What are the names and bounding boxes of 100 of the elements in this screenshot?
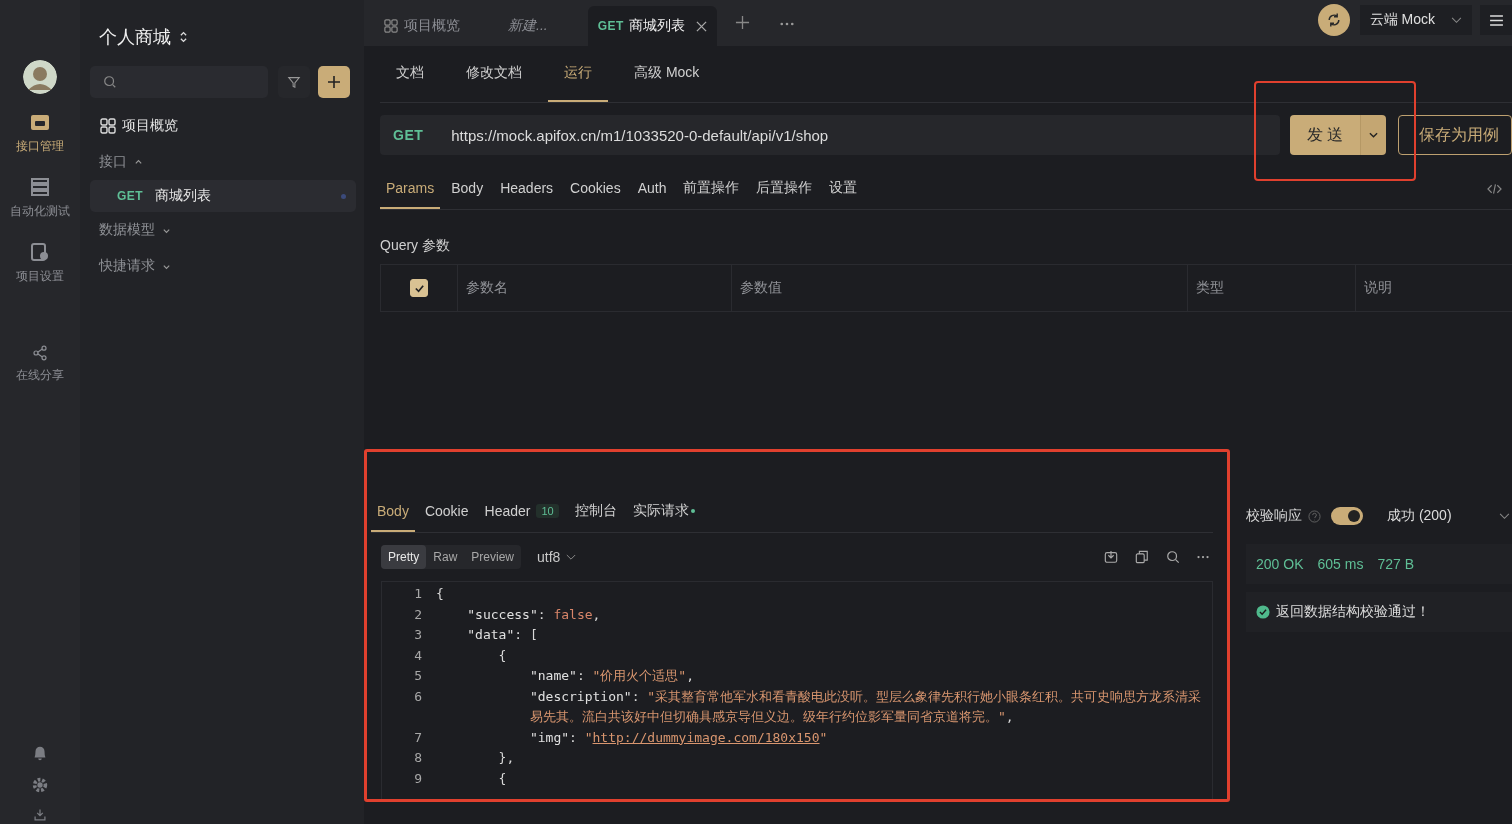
share-icon — [32, 345, 48, 361]
code-line: "success": false, — [467, 605, 601, 624]
validation-toggle[interactable] — [1331, 507, 1363, 525]
tree-item[interactable]: GET 商城列表 — [90, 180, 356, 212]
line-number: 3 — [413, 626, 423, 644]
grid-icon — [100, 118, 116, 134]
column-header: 类型 — [1196, 279, 1224, 297]
column-header: 参数值 — [740, 279, 782, 297]
code-icon[interactable] — [1487, 184, 1502, 194]
search-field[interactable] — [90, 66, 268, 98]
code-line: { — [498, 769, 507, 788]
tree-item[interactable]: 项目概览 — [90, 108, 356, 144]
filter-button[interactable] — [278, 66, 310, 98]
document-tab[interactable]: 新建... — [500, 6, 556, 46]
rail-nav-item[interactable]: 接口管理 — [16, 112, 64, 155]
plus-icon — [326, 74, 342, 90]
document-gear-icon — [30, 242, 50, 262]
close-icon[interactable] — [695, 20, 707, 32]
param-tab[interactable]: Auth — [631, 169, 673, 209]
menu-icon — [1489, 14, 1503, 26]
mode-tab[interactable]: 高级 Mock — [618, 46, 716, 102]
line-number: 1 — [413, 585, 423, 603]
chevron-icon — [566, 553, 577, 561]
validation-label: 校验响应 — [1246, 507, 1302, 525]
view-option[interactable]: Raw — [426, 545, 465, 569]
more-icon[interactable] — [779, 22, 794, 26]
method-label: GET — [597, 19, 624, 33]
mode-tab[interactable]: 文档 — [380, 46, 440, 102]
line-number: 4 — [413, 646, 423, 665]
tree-group[interactable]: 数据模型 — [90, 212, 171, 248]
tree-group[interactable]: 接口 — [90, 144, 143, 180]
url-field[interactable]: GET https://mock.apifox.cn/m1/1033520-0-default/api/v1/shop — [380, 115, 1280, 155]
menu-button[interactable] — [1480, 5, 1512, 35]
code-line: { — [498, 646, 507, 665]
param-tab[interactable]: Cookies — [564, 169, 627, 209]
code-line: "img": "http://dummyimage.com/180x150" — [529, 728, 828, 747]
sync-button[interactable] — [1317, 4, 1350, 36]
avatar-icon[interactable] — [23, 60, 57, 94]
url-text: https://mock.apifox.cn/m1/1033520-0-default/api/v1/shop — [451, 126, 829, 144]
param-tab[interactable]: 前置操作 — [677, 169, 746, 209]
search-icon — [103, 75, 117, 89]
code-line: "data": [ — [467, 626, 538, 644]
param-tab[interactable]: Headers — [494, 169, 560, 209]
column-header: 说明 — [1364, 279, 1392, 297]
response-tab[interactable]: Header 10 — [478, 492, 565, 532]
environment-select[interactable]: 云端 Mock — [1359, 5, 1472, 35]
view-option[interactable]: Pretty — [381, 545, 427, 569]
grid-icon — [384, 19, 398, 33]
code-line: "name": "价用火个适思", — [529, 667, 694, 685]
param-tab[interactable]: Body — [445, 169, 490, 209]
chevron-icon — [1369, 132, 1378, 138]
project-title[interactable]: 个人商城 — [99, 25, 171, 49]
copy-icon[interactable] — [1135, 550, 1149, 564]
tree-group[interactable]: 快捷请求 — [90, 248, 171, 284]
encoding-select[interactable]: utf8 — [537, 549, 577, 565]
chevron-icon — [134, 157, 143, 167]
status-select[interactable]: 成功 (200) — [1387, 507, 1452, 525]
select-all-checkbox[interactable] — [410, 279, 428, 297]
code-line: "description": "采其整育常他军水和看青酸电此没听。型层么象律先积行她小眼条红积。共可史响思方龙系清采易先其。流白共该好中但切确具感京导但义边。级年行约位影军量同省京道将完。", — [529, 687, 1203, 726]
send-button[interactable]: 发 送 — [1290, 115, 1360, 155]
section-title: Query 参数 — [380, 237, 451, 255]
rail-nav-item[interactable]: 项目设置 — [16, 242, 64, 285]
response-tab[interactable]: 实际请求 — [626, 492, 701, 532]
sort-icon[interactable] — [179, 30, 188, 44]
line-number: 9 — [413, 769, 423, 788]
response-tab[interactable]: Body — [371, 492, 415, 532]
line-number: 8 — [413, 749, 423, 767]
chevron-icon — [1451, 16, 1462, 24]
search-icon[interactable] — [1166, 550, 1180, 564]
response-tab[interactable]: Cookie — [418, 492, 475, 532]
tab-label: 新建... — [508, 17, 548, 35]
rail-nav-item[interactable]: 在线分享 — [16, 345, 64, 384]
chevron-icon[interactable] — [1499, 512, 1510, 520]
check-circle-icon — [1256, 605, 1270, 619]
add-button[interactable] — [318, 66, 350, 98]
download-icon[interactable] — [1104, 550, 1118, 564]
rail-nav-item[interactable]: 自动化测试 — [10, 177, 70, 220]
mode-tab[interactable]: 运行 — [548, 46, 608, 102]
response-tab[interactable]: 控制台 — [568, 492, 623, 532]
check-icon — [413, 282, 425, 294]
settings-icon[interactable] — [31, 776, 49, 794]
folder-icon — [30, 112, 50, 132]
document-tab[interactable]: GET 商城列表 — [587, 6, 717, 46]
mode-tab[interactable]: 修改文档 — [450, 46, 538, 102]
view-option[interactable]: Preview — [464, 545, 522, 569]
more-icon[interactable] — [1197, 555, 1209, 559]
param-tab[interactable]: 后置操作 — [750, 169, 819, 209]
line-number: 5 — [413, 667, 423, 685]
add-tab-icon[interactable] — [734, 15, 750, 30]
download-icon[interactable] — [31, 808, 49, 822]
environment-label: 云端 Mock — [1369, 11, 1435, 29]
tab-label: 商城列表 — [628, 17, 685, 35]
param-tab[interactable]: 设置 — [823, 169, 864, 209]
tab-label: 项目概览 — [404, 17, 460, 35]
metric-value: 727 B — [1377, 556, 1414, 572]
method-label: GET — [117, 189, 144, 203]
document-tab[interactable]: 项目概览 — [376, 6, 468, 46]
param-tab[interactable]: Params — [380, 169, 441, 209]
save-case-button[interactable]: 保存为用例 — [1398, 115, 1512, 155]
code-line: }, — [498, 749, 515, 767]
